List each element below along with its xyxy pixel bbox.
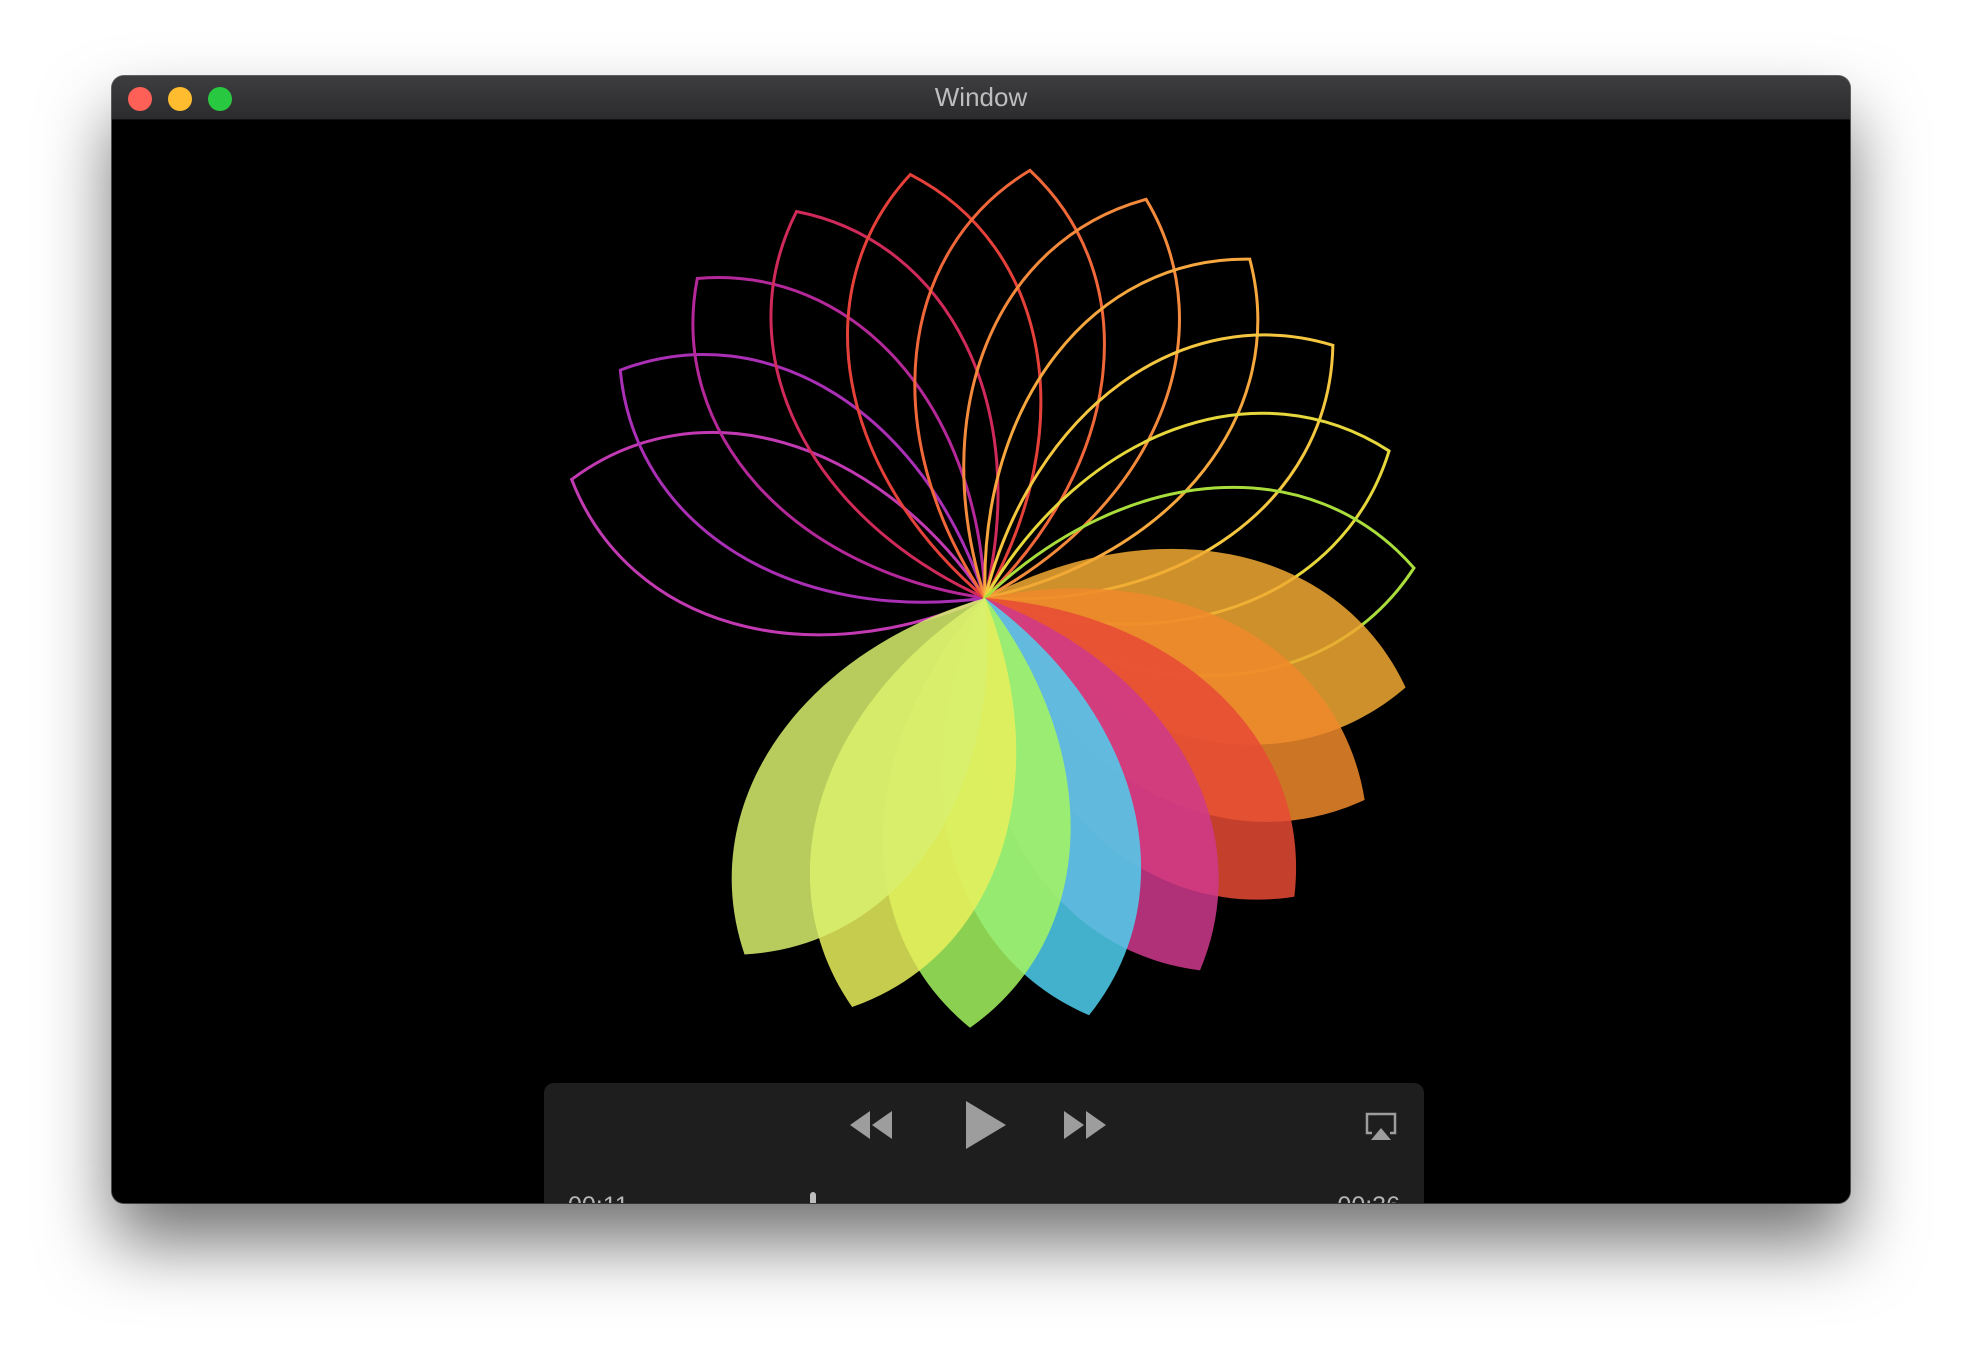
- playhead-knob[interactable]: [809, 1192, 816, 1203]
- rewind-icon: [850, 1111, 892, 1139]
- window-title: Window: [934, 82, 1028, 112]
- video-frame: [569, 168, 1416, 1028]
- playback-controls: 00:11 −00:36: [544, 1083, 1424, 1203]
- petal-animation: [569, 168, 1416, 1028]
- fast-forward-icon: [1064, 1111, 1106, 1139]
- video-area[interactable]: 00:11 −00:36: [112, 120, 1850, 1203]
- elapsed-time: 00:11: [568, 1191, 629, 1203]
- title-bar[interactable]: Window: [112, 76, 1850, 120]
- remaining-time: −00:36: [1323, 1191, 1400, 1203]
- petal: [846, 172, 1043, 601]
- play-icon: [966, 1101, 1006, 1149]
- progress-scrubber[interactable]: [666, 1191, 1304, 1203]
- airplay-icon: [1365, 1112, 1397, 1140]
- player-window: Window: [112, 76, 1850, 1203]
